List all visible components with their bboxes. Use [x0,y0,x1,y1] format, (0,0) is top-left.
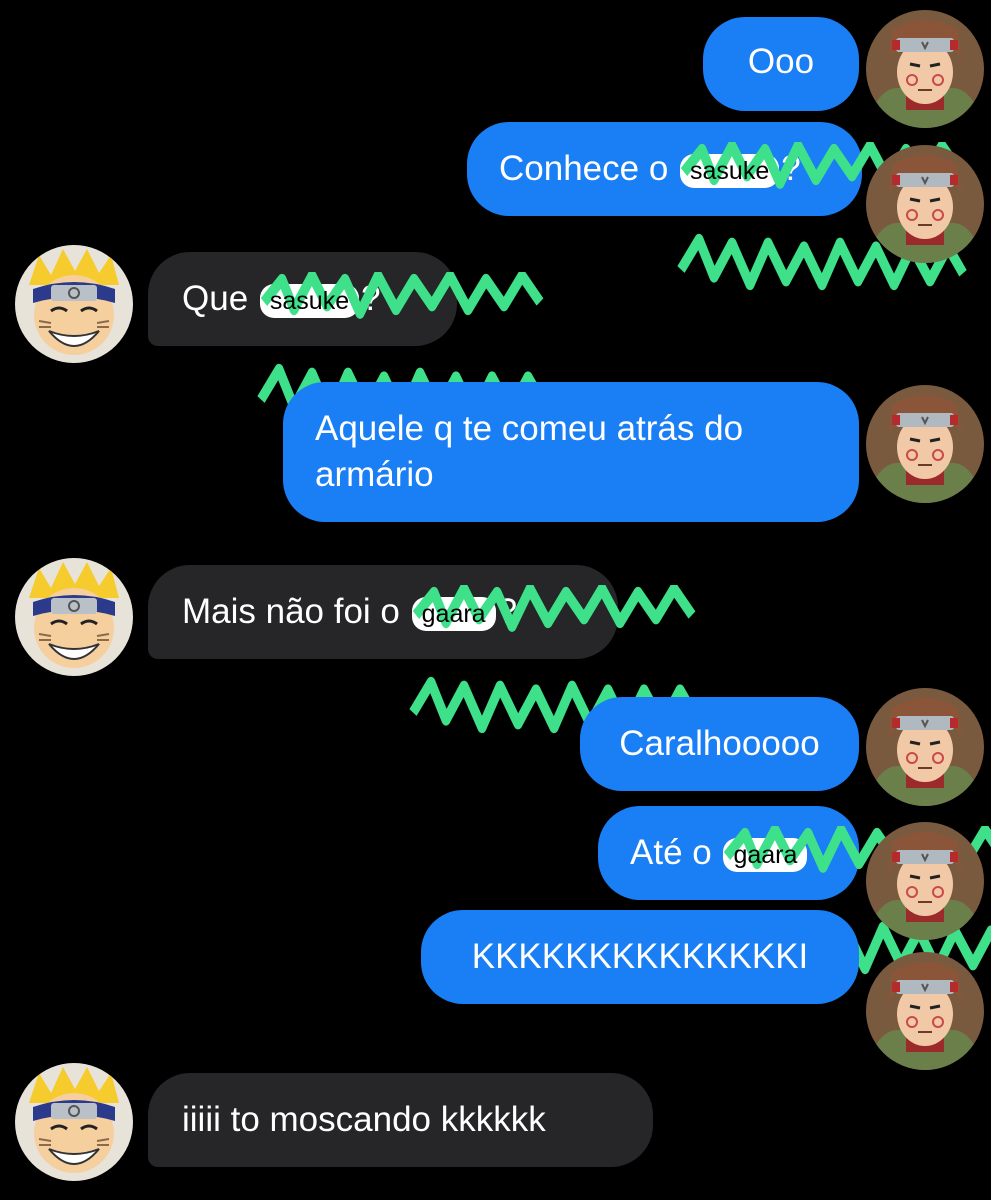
name-sticker: gaara [412,597,496,631]
message-bubble-outgoing: Caralhooooo [580,697,859,791]
message-bubble-incoming: Mais não foi o gaara ? [148,565,618,659]
message-text: Ooo [747,42,815,81]
name-sticker: gaara [723,838,807,872]
message-text: Que [182,279,249,318]
avatar-me[interactable] [866,952,984,1070]
message-bubble-incoming: iiiii to moscando kkkkkk [148,1073,653,1167]
message-bubble-outgoing: Aquele q te comeu atrás do armário [283,382,859,522]
message-text: iiiii to moscando kkkkkk [182,1100,546,1139]
message-suffix: ? [361,279,381,318]
message-suffix: ? [497,592,518,631]
message-text: Aquele q te comeu atrás do armário [315,409,744,494]
avatar-them[interactable] [15,558,133,676]
name-sticker: sasuke [260,284,359,318]
message-bubble-outgoing: Ooo [703,17,859,111]
message-bubble-outgoing: Até o gaara [598,806,859,900]
avatar-me[interactable] [866,385,984,503]
message-bubble-outgoing: KKKKKKKKKKKKKKI [421,910,859,1004]
message-bubble-incoming: Que sasuke ? [148,252,457,346]
avatar-me[interactable] [866,822,984,940]
message-text: Conhece o [499,149,669,188]
message-text: Mais não foi o [182,592,400,631]
message-text: Caralhooooo [619,724,820,763]
message-text: Até o [630,833,712,872]
message-suffix: ? [781,149,801,188]
avatar-me[interactable] [866,688,984,806]
avatar-me[interactable] [866,145,984,263]
name-sticker: sasuke [680,154,779,188]
avatar-them[interactable] [15,1063,133,1181]
message-text: KKKKKKKKKKKKKKI [471,937,809,976]
avatar-me[interactable] [866,10,984,128]
avatar-them[interactable] [15,245,133,363]
message-bubble-outgoing: Conhece o sasuke ? [467,122,862,216]
